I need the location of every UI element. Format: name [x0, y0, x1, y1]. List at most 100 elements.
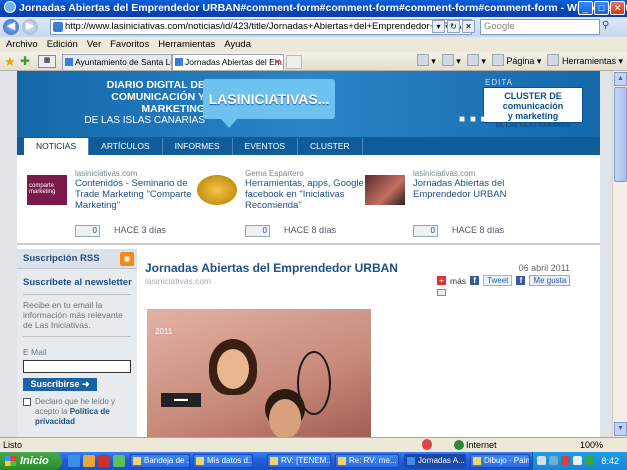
feeds-button[interactable]: ▾: [441, 54, 461, 69]
tab-label: Ayuntamiento de Santa Lucía: [75, 57, 171, 67]
poster-woman-face: [217, 349, 249, 389]
email-share-icon[interactable]: [437, 289, 446, 296]
status-text: Listo: [3, 440, 23, 450]
stop-icon[interactable]: ✕: [462, 20, 475, 33]
subscribe-button[interactable]: Suscribirse ➜: [23, 378, 97, 391]
nav-articulos[interactable]: ARTÍCULOS: [89, 138, 163, 155]
news-title-link[interactable]: Jornadas Abiertas del Emprendedor URBAN: [413, 178, 551, 200]
menu-ayuda[interactable]: Ayuda: [224, 37, 251, 52]
news-title-link[interactable]: Contenidos - Seminario de Trade Marketin…: [75, 178, 213, 211]
forward-button[interactable]: ▶: [22, 19, 38, 35]
menu-herramientas[interactable]: Herramientas: [158, 37, 215, 52]
menu-favoritos[interactable]: Favoritos: [110, 37, 149, 52]
page-viewport: DIARIO DIGITAL DE COMUNICACIÓN Y MARKETI…: [0, 71, 627, 437]
scroll-up-button[interactable]: ▲: [614, 72, 627, 86]
add-favorite-icon[interactable]: ✚: [20, 54, 30, 68]
news-thumbnail[interactable]: [365, 175, 405, 205]
task-label: Dibujo - Paint: [484, 456, 530, 465]
tab-close-icon[interactable]: ✕: [273, 55, 281, 69]
start-button[interactable]: Inicio: [0, 452, 62, 470]
menu-ver[interactable]: Ver: [87, 37, 101, 52]
comments-count[interactable]: 0: [413, 225, 438, 237]
maximize-button[interactable]: □: [594, 1, 609, 15]
zoom-level[interactable]: 100%: [580, 438, 603, 452]
url-text: http://www.lasiniciativas.com/noticias/i…: [65, 21, 471, 32]
menu-edicion[interactable]: Edición: [47, 37, 78, 52]
print-button[interactable]: ▾: [466, 54, 486, 69]
command-bar: ▾ ▾ ▾ Página ▾ Herramientas ▾: [416, 54, 623, 69]
quicklaunch-ie-icon[interactable]: [68, 455, 80, 467]
tray-icon[interactable]: [537, 456, 546, 465]
share-more-link[interactable]: más: [450, 276, 466, 286]
minimize-button[interactable]: _: [578, 1, 593, 15]
nav-eventos[interactable]: EVENTOS: [233, 138, 298, 155]
cluster-logo[interactable]: CLUSTER DE comunicación y marketing DE L…: [483, 87, 583, 129]
tray-icon[interactable]: [561, 456, 570, 465]
nav-cluster[interactable]: CLUSTER: [298, 138, 363, 155]
tab-jornadas[interactable]: Jornadas Abiertas del Em... ✕: [172, 54, 284, 70]
task-label: Mis datos d...: [207, 456, 253, 465]
quick-tabs-icon[interactable]: ▦: [38, 55, 56, 68]
comments-count[interactable]: 0: [75, 225, 100, 237]
tray-icon[interactable]: [585, 456, 594, 465]
search-input[interactable]: Google: [480, 19, 600, 35]
menu-archivo[interactable]: Archivo: [6, 37, 38, 52]
quicklaunch-desktop-icon[interactable]: [113, 455, 125, 467]
facebook-icon[interactable]: f: [470, 276, 480, 285]
close-button[interactable]: ✕: [610, 1, 625, 15]
news-age: HACE 8 días: [284, 225, 337, 235]
address-bar[interactable]: http://www.lasiniciativas.com/noticias/i…: [50, 19, 472, 35]
tools-menu-button[interactable]: Herramientas ▾: [547, 54, 623, 69]
email-field[interactable]: [23, 360, 131, 373]
task-re-rv[interactable]: Re: RV: me...: [335, 454, 399, 468]
tray-icon[interactable]: [573, 456, 582, 465]
tray-icon[interactable]: [549, 456, 558, 465]
tab-label: Jornadas Abiertas del Em...: [185, 57, 284, 67]
privacy-checkbox[interactable]: [23, 398, 31, 406]
search-icon[interactable]: ⚲: [602, 20, 616, 34]
new-tab-button[interactable]: [286, 55, 302, 69]
comments-count[interactable]: 0: [245, 225, 270, 237]
rss-section[interactable]: Suscripción RSS ◉: [17, 249, 137, 269]
task-bandeja[interactable]: Bandeja de ...: [130, 454, 190, 468]
cluster-line4: DE LAS ISLAS CANARIAS: [495, 123, 571, 129]
task-jornadas[interactable]: Jornadas A...: [404, 454, 466, 468]
tools-menu-label: Herramientas: [561, 56, 616, 66]
printer-icon: [466, 54, 479, 66]
dropdown-icon[interactable]: ▾: [432, 20, 445, 33]
news-thumbnail[interactable]: [197, 175, 237, 205]
scroll-thumb[interactable]: [614, 87, 627, 182]
tweet-button[interactable]: Tweet: [483, 275, 513, 286]
vertical-scrollbar[interactable]: ▲ ▼: [612, 71, 627, 437]
task-icon: [270, 457, 278, 465]
newsletter-text: Recibe en tu email la información más re…: [23, 300, 123, 330]
page-menu-button[interactable]: Página ▾: [491, 54, 541, 69]
article-source[interactable]: lasiniciativas.com: [145, 276, 211, 286]
news-title-link[interactable]: Herramientas, apps, Google y facebook en…: [245, 178, 383, 211]
quicklaunch-media-icon[interactable]: [98, 455, 110, 467]
start-label: Inicio: [20, 455, 49, 467]
tab-ayuntamiento[interactable]: Ayuntamiento de Santa Lucía: [62, 54, 172, 70]
task-label: RV: [TENEM...: [281, 456, 331, 465]
task-label: Bandeja de ...: [144, 456, 190, 465]
task-rv-tenem[interactable]: RV: [TENEM...: [267, 454, 331, 468]
share-plus-icon[interactable]: +: [437, 276, 446, 285]
rss-icon[interactable]: ◉: [120, 252, 134, 266]
nav-informes[interactable]: INFORMES: [163, 138, 233, 155]
page-menu-label: Página: [506, 56, 535, 66]
news-thumbnail[interactable]: comparte marketing: [27, 175, 67, 205]
site-logo[interactable]: LASINICIATIVAS...: [203, 79, 335, 128]
refresh-icon[interactable]: ↻: [447, 20, 460, 33]
task-paint[interactable]: Dibujo - Paint: [470, 454, 530, 468]
back-button[interactable]: ◀: [3, 19, 19, 35]
nav-noticias[interactable]: NOTICIAS: [24, 138, 90, 155]
site-tagline: DIARIO DIGITAL DE COMUNICACIÓN Y MARKETI…: [65, 79, 205, 127]
favorites-star-icon[interactable]: ★: [4, 54, 16, 70]
scroll-down-button[interactable]: ▼: [614, 422, 627, 436]
cluster-line1: CLUSTER DE: [504, 91, 562, 101]
like-button[interactable]: Me gusta: [529, 275, 571, 286]
home-button[interactable]: ▾: [416, 54, 436, 69]
quicklaunch-outlook-icon[interactable]: [83, 455, 95, 467]
task-mis-datos[interactable]: Mis datos d...: [193, 454, 253, 468]
security-icon[interactable]: [422, 439, 432, 450]
